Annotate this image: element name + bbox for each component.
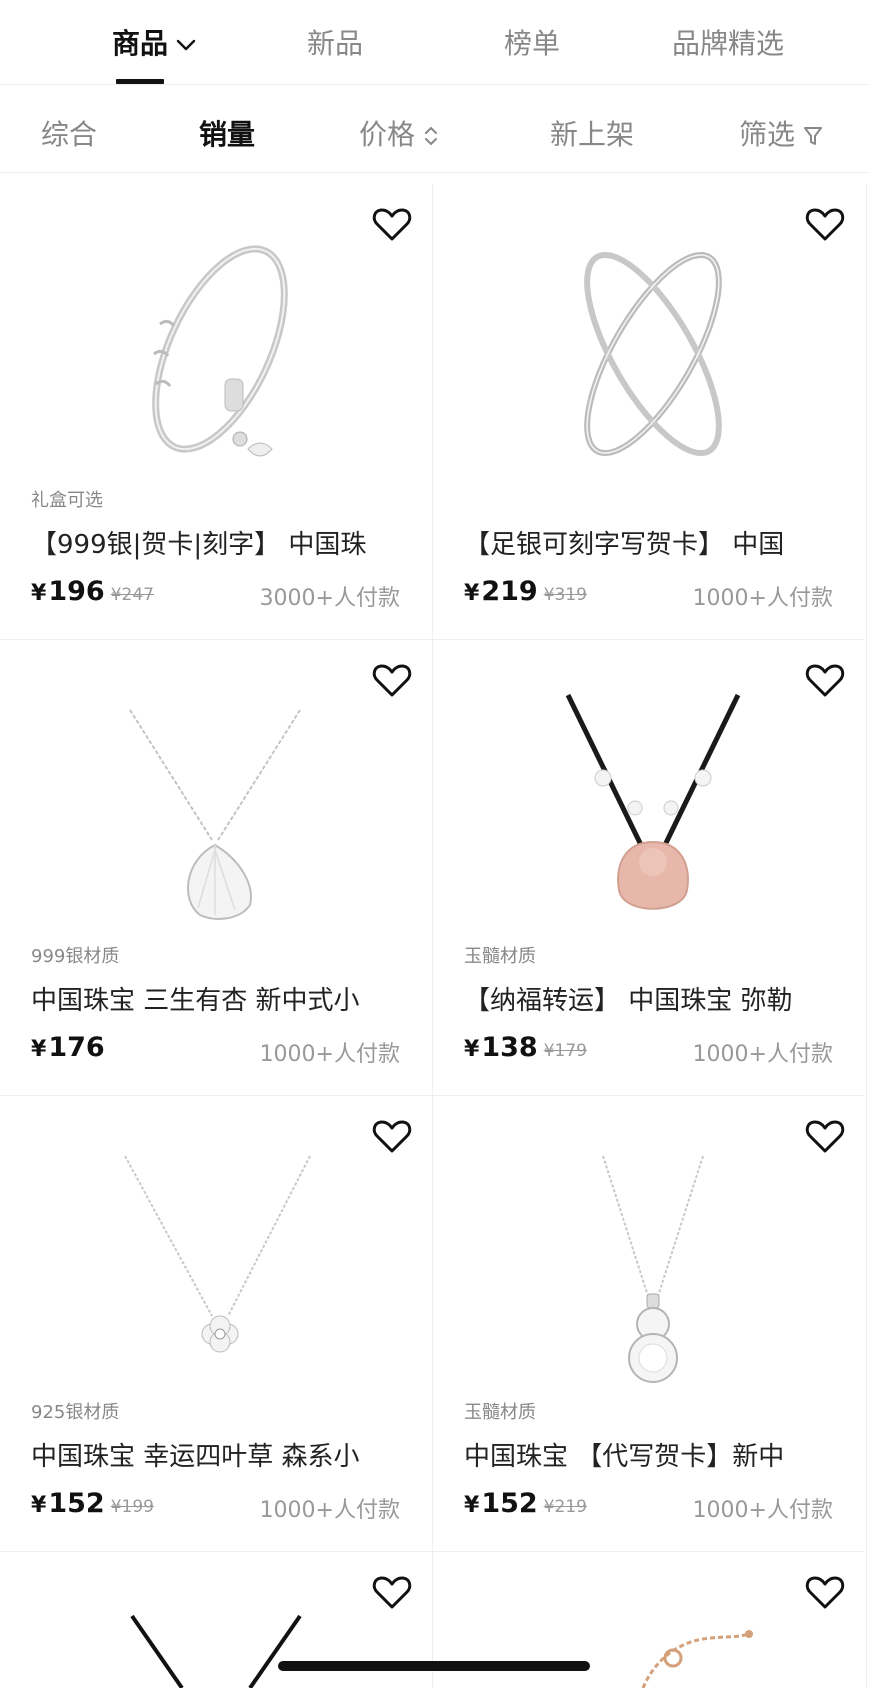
tab-new[interactable]: 新品 <box>307 22 363 62</box>
product-price: ¥196 ¥247 <box>31 576 154 607</box>
original-price: ¥179 <box>543 1041 587 1061</box>
product-card[interactable]: 玉髓材质 中国珠宝 【代写贺卡】新中 ¥152 ¥219 1000+人付款 <box>433 1096 865 1552</box>
currency-symbol: ¥ <box>464 1493 480 1518</box>
product-card[interactable]: 玉髓材质 【纳福转运】 中国珠宝 弥勒 ¥138 ¥179 1000+人付款 <box>433 640 865 1096</box>
product-image-ginkgo-necklace[interactable] <box>90 690 350 930</box>
chevron-down-icon <box>176 39 196 51</box>
original-price: ¥319 <box>543 585 587 605</box>
currency-symbol: ¥ <box>464 581 480 606</box>
product-tag: 礼盒可选 <box>31 490 103 511</box>
product-title: 【足银可刻字写贺卡】 中国 <box>464 530 785 560</box>
favorite-heart-icon[interactable] <box>372 206 412 242</box>
product-title: 【纳福转运】 中国珠宝 弥勒 <box>464 986 793 1016</box>
original-price: ¥247 <box>110 585 154 605</box>
currency-symbol: ¥ <box>31 1037 47 1062</box>
grid-edge <box>866 184 867 1688</box>
price-value: 152 <box>48 1488 105 1519</box>
home-indicator[interactable] <box>278 1661 590 1671</box>
sales-count: 3000+人付款 <box>259 586 400 611</box>
tab-label: 商品 <box>112 27 169 60</box>
favorite-heart-icon[interactable] <box>805 1574 845 1610</box>
sort-bar: 综合 销量 价格 新上架 筛选 <box>0 86 869 173</box>
product-image-bangle[interactable] <box>90 234 350 474</box>
product-title: 中国珠宝 三生有杏 新中式小 <box>31 986 360 1016</box>
original-price: ¥219 <box>543 1497 587 1517</box>
product-image-rose-gold-bracelet[interactable] <box>523 1614 783 1688</box>
product-image-black-cord-necklace[interactable] <box>90 1614 350 1688</box>
price-value: 138 <box>481 1032 538 1063</box>
active-tab-indicator <box>116 79 164 84</box>
product-price: ¥176 <box>31 1032 111 1063</box>
sales-count: 1000+人付款 <box>692 1042 833 1067</box>
product-card[interactable]: 925银材质 中国珠宝 幸运四叶草 森系小 ¥152 ¥199 1000+人付款 <box>0 1096 432 1552</box>
tab-brand-picks[interactable]: 品牌精选 <box>672 22 784 62</box>
sort-newest[interactable]: 新上架 <box>550 113 634 153</box>
sort-arrows-icon <box>425 127 438 145</box>
original-price: ¥199 <box>110 1497 154 1517</box>
tab-ranking[interactable]: 榜单 <box>504 22 560 62</box>
sort-comprehensive[interactable]: 综合 <box>41 113 97 153</box>
product-tag: 玉髓材质 <box>464 1402 536 1423</box>
favorite-heart-icon[interactable] <box>372 1574 412 1610</box>
sales-count: 1000+人付款 <box>259 1498 400 1523</box>
product-title: 【999银|贺卡|刻字】 中国珠 <box>31 530 367 560</box>
price-value: 219 <box>481 576 538 607</box>
product-price: ¥138 ¥179 <box>464 1032 587 1063</box>
product-card[interactable]: 999银材质 中国珠宝 三生有杏 新中式小 ¥176 1000+人付款 <box>0 640 432 1096</box>
product-image-clover-necklace[interactable] <box>90 1146 350 1386</box>
category-tab-bar: 商品 新品 榜单 品牌精选 <box>0 0 869 85</box>
price-value: 152 <box>481 1488 538 1519</box>
sort-price-label: 价格 <box>359 118 416 151</box>
product-price: ¥152 ¥199 <box>31 1488 154 1519</box>
favorite-heart-icon[interactable] <box>372 662 412 698</box>
product-tag: 玉髓材质 <box>464 946 536 967</box>
price-value: 196 <box>48 576 105 607</box>
product-image-crossed-bangle[interactable] <box>523 234 783 474</box>
product-card[interactable]: 礼盒可选 【999银|贺卡|刻字】 中国珠 ¥196 ¥247 3000+人付款 <box>0 184 432 640</box>
product-price: ¥219 ¥319 <box>464 576 587 607</box>
sort-price[interactable]: 价格 <box>359 113 439 153</box>
favorite-heart-icon[interactable] <box>805 206 845 242</box>
currency-symbol: ¥ <box>31 1493 47 1518</box>
sort-sales[interactable]: 销量 <box>199 113 255 153</box>
favorite-heart-icon[interactable] <box>372 1118 412 1154</box>
favorite-heart-icon[interactable] <box>805 1118 845 1154</box>
sales-count: 1000+人付款 <box>692 586 833 611</box>
sales-count: 1000+人付款 <box>259 1042 400 1067</box>
product-tag: 925银材质 <box>31 1402 120 1423</box>
filter-icon <box>804 127 823 145</box>
product-image-gourd-necklace[interactable] <box>523 1146 783 1386</box>
currency-symbol: ¥ <box>31 581 47 606</box>
filter-button[interactable]: 筛选 <box>739 113 823 153</box>
product-card[interactable]: 【足银可刻字写贺卡】 中国 ¥219 ¥319 1000+人付款 <box>433 184 865 640</box>
price-value: 176 <box>48 1032 105 1063</box>
product-price: ¥152 ¥219 <box>464 1488 587 1519</box>
tab-products[interactable]: 商品 <box>112 22 196 62</box>
product-title: 中国珠宝 幸运四叶草 森系小 <box>31 1442 360 1472</box>
product-image-buddha-necklace[interactable] <box>523 690 783 930</box>
favorite-heart-icon[interactable] <box>805 662 845 698</box>
sales-count: 1000+人付款 <box>692 1498 833 1523</box>
filter-label: 筛选 <box>739 118 796 151</box>
product-tag: 999银材质 <box>31 946 120 967</box>
currency-symbol: ¥ <box>464 1037 480 1062</box>
product-title: 中国珠宝 【代写贺卡】新中 <box>464 1442 785 1472</box>
